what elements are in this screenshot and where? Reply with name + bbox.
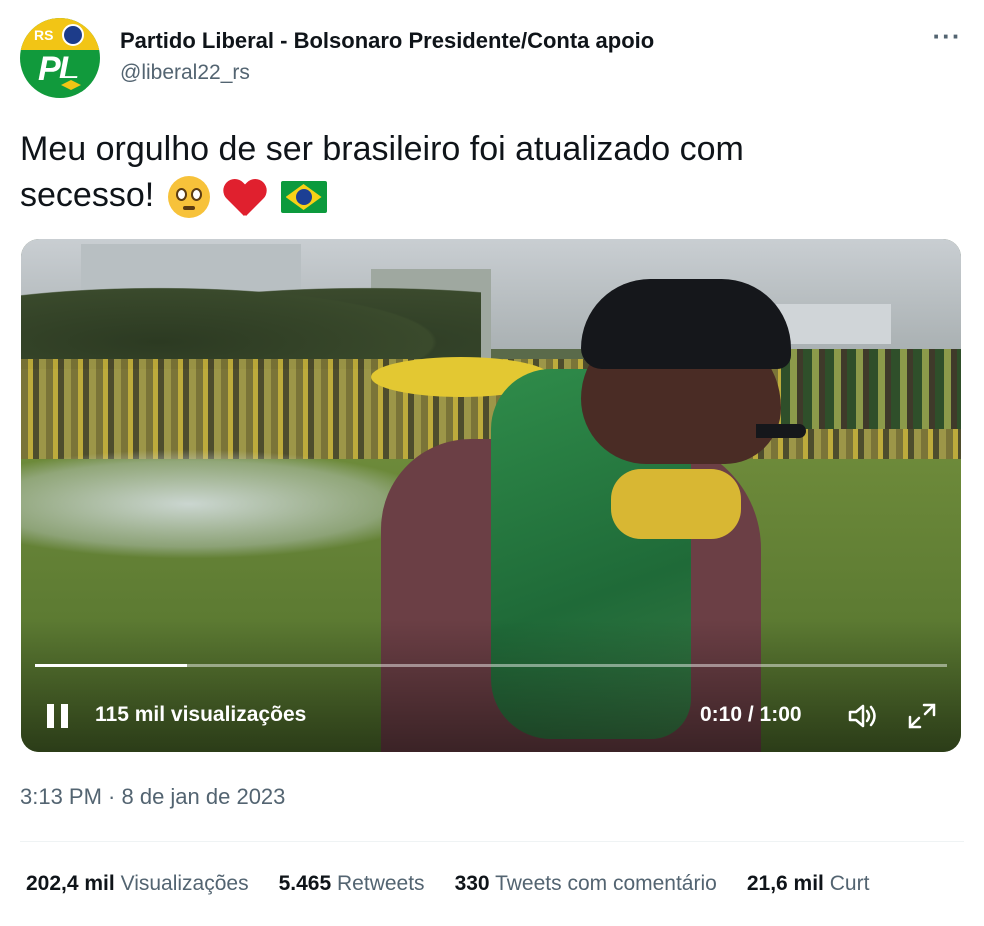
video-frame-trees — [21, 279, 481, 369]
tweet-stats: 202,4 mil Visualizações 5.465 Retweets 330… — [26, 872, 899, 896]
video-player[interactable]: 115 mil visualizações 0:10 / 1:00 — [21, 239, 961, 752]
video-frame-cloth — [611, 469, 741, 539]
brazil-flag-icon — [56, 78, 86, 92]
more-options-button[interactable]: ··· — [930, 23, 964, 54]
video-frame-spray — [21, 449, 441, 559]
video-view-count: 115 mil visualizações — [95, 703, 307, 726]
stat-label: Curt — [829, 872, 870, 895]
volume-icon[interactable] — [847, 702, 879, 730]
video-frame-cap — [581, 279, 791, 369]
brazil-flag-icon — [280, 181, 327, 214]
avatar-rs-text: RS — [34, 27, 54, 43]
video-progress-fill — [35, 664, 188, 667]
author-handle[interactable]: @liberal22_rs — [120, 61, 250, 85]
ellipsis-icon: ··· — [932, 21, 962, 51]
video-controls-shade — [21, 619, 961, 752]
pleading-face-icon — [167, 176, 210, 219]
divider — [20, 841, 964, 842]
stat-value: 5.465 — [278, 872, 332, 895]
fullscreen-icon[interactable] — [906, 701, 938, 731]
stat-value: 21,6 mil — [746, 872, 824, 895]
red-heart-icon — [223, 176, 267, 218]
tweet-line-1: Meu orgulho de ser brasileiro foi atuali… — [20, 130, 744, 168]
tweet-line-2: secesso! — [20, 176, 155, 214]
stat-views[interactable]: 202,4 mil Visualizações — [26, 872, 249, 896]
video-time: 0:10 / 1:00 — [700, 703, 802, 726]
stat-label: Retweets — [337, 872, 425, 895]
author-name[interactable]: Partido Liberal - Bolsonaro Presidente/C… — [120, 28, 654, 54]
stat-label: Tweets com comentário — [495, 872, 717, 895]
tweet-text: Meu orgulho de ser brasileiro foi atuali… — [20, 126, 920, 219]
video-progress-bar[interactable] — [35, 664, 947, 667]
pause-icon[interactable] — [45, 702, 71, 730]
stat-retweets[interactable]: 5.465 Retweets — [279, 872, 425, 896]
video-frame-cap-bill — [756, 424, 806, 438]
stat-value: 202,4 mil — [26, 872, 115, 895]
stat-value: 330 — [454, 872, 490, 895]
stat-label: Visualizações — [120, 872, 249, 895]
avatar[interactable]: RS PL — [20, 18, 100, 98]
avatar-band — [20, 18, 100, 50]
globe-icon — [62, 24, 84, 46]
stat-likes[interactable]: 21,6 mil Curt — [747, 872, 870, 896]
tweet-timestamp[interactable]: 3:13 PM · 8 de jan de 2023 — [20, 784, 285, 810]
video-frame-crowd — [781, 349, 961, 429]
stat-quote-tweets[interactable]: 330 Tweets com comentário — [455, 872, 717, 896]
